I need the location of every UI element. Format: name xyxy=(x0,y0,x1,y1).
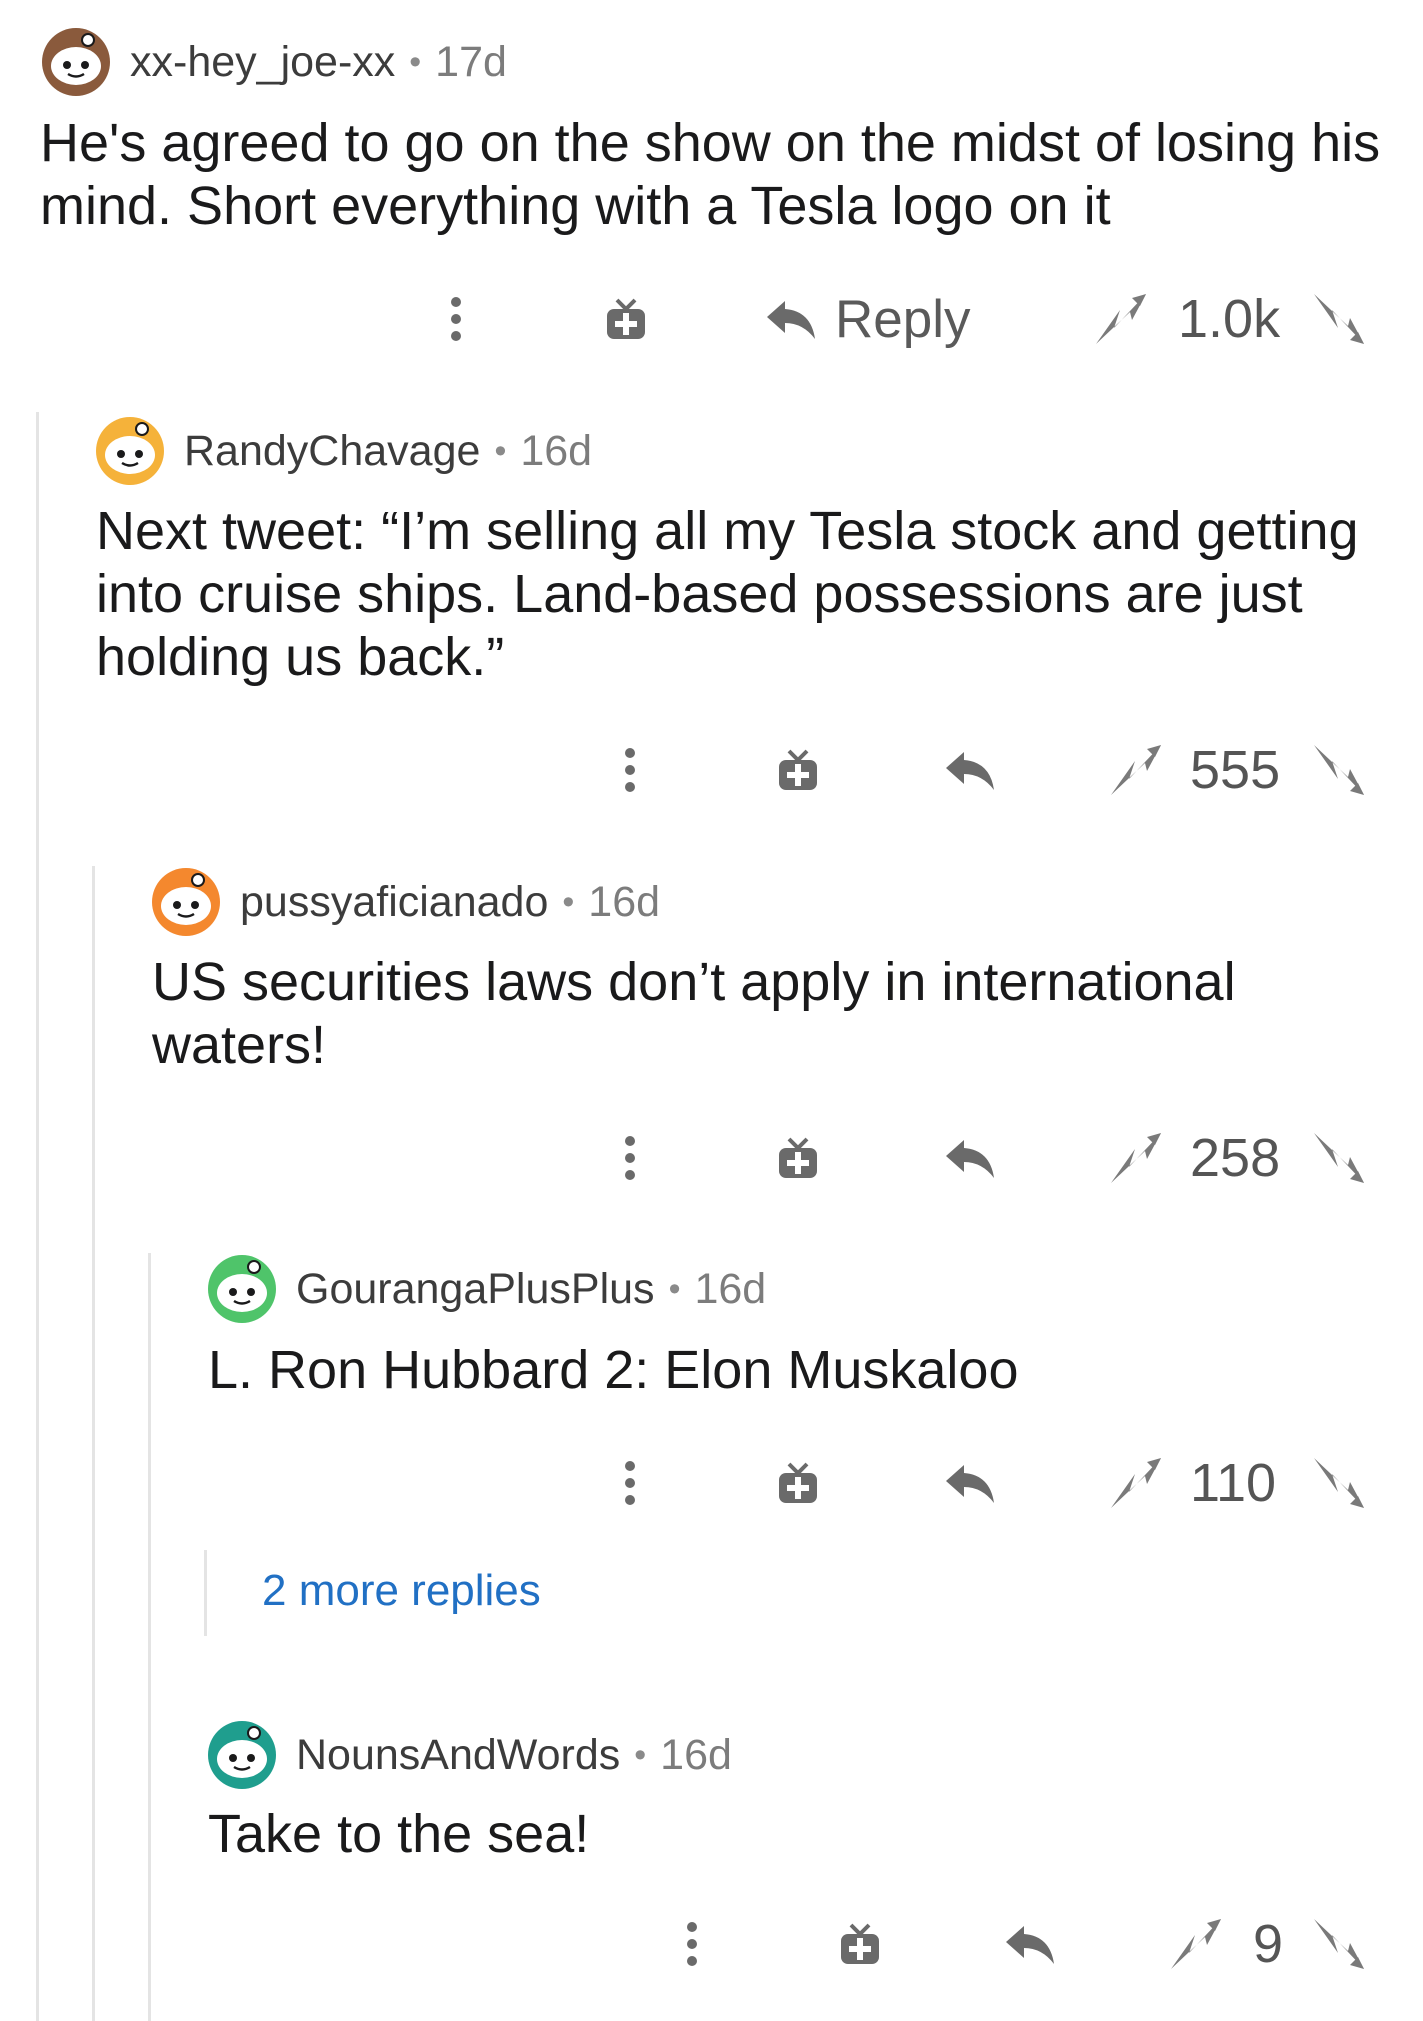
comment-header: RandyChavage • 16d xyxy=(94,415,592,487)
action-bar: 110 xyxy=(0,1443,1423,1523)
gift-award-icon[interactable] xyxy=(834,1904,886,1984)
reply-arrow-icon[interactable] xyxy=(1000,1904,1060,1984)
thread-line-level-1 xyxy=(36,412,39,2021)
downvote-arrow-icon[interactable] xyxy=(1308,1118,1370,1198)
upvote-arrow-icon[interactable] xyxy=(1165,1904,1227,1984)
reply-button[interactable]: Reply xyxy=(765,279,1005,359)
comment-body: L. Ron Hubbard 2: Elon Muskaloo xyxy=(208,1340,1019,1400)
separator-dot: • xyxy=(494,431,507,470)
downvote-arrow-icon[interactable] xyxy=(1308,1904,1370,1984)
reply-arrow-icon xyxy=(767,301,815,339)
comment-body: Take to the sea! xyxy=(208,1804,590,1864)
downvote-arrow-icon[interactable] xyxy=(1308,730,1370,810)
separator-dot: • xyxy=(634,1735,647,1774)
upvote-arrow-icon[interactable] xyxy=(1105,1118,1167,1198)
more-options-icon[interactable] xyxy=(604,730,656,810)
comment-header: pussyaficianado • 16d xyxy=(150,866,660,938)
timestamp: 16d xyxy=(660,1730,732,1779)
gift-award-icon[interactable] xyxy=(772,1443,824,1523)
username[interactable]: NounsAndWords xyxy=(296,1731,620,1780)
avatar[interactable] xyxy=(40,26,112,98)
vote-score: 258 xyxy=(1190,1128,1281,1188)
timestamp: 16d xyxy=(588,877,661,926)
action-bar: 555 xyxy=(0,730,1423,810)
more-replies-link[interactable]: 2 more replies xyxy=(262,1566,541,1616)
comment-header: GourangaPlusPlus • 16d xyxy=(206,1253,766,1325)
gift-award-icon[interactable] xyxy=(600,279,652,359)
upvote-arrow-icon[interactable] xyxy=(1105,1443,1167,1523)
reply-arrow-icon[interactable] xyxy=(940,1118,1000,1198)
separator-dot: • xyxy=(562,882,575,921)
downvote-arrow-icon[interactable] xyxy=(1308,1443,1370,1523)
avatar[interactable] xyxy=(150,866,222,938)
reply-label: Reply xyxy=(835,289,971,349)
avatar[interactable] xyxy=(206,1253,278,1325)
reply-arrow-icon[interactable] xyxy=(940,730,1000,810)
upvote-arrow-icon[interactable] xyxy=(1090,279,1152,359)
vote-score: 110 xyxy=(1190,1453,1277,1513)
separator-dot: • xyxy=(409,42,422,81)
username[interactable]: xx-hey_joe-xx xyxy=(130,38,395,87)
separator-dot: • xyxy=(668,1269,681,1308)
more-options-icon[interactable] xyxy=(604,1443,656,1523)
comment-body: Next tweet: “I’m selling all my Tesla st… xyxy=(96,501,1359,687)
vote-score: 1.0k xyxy=(1178,289,1281,349)
username[interactable]: GourangaPlusPlus xyxy=(296,1265,655,1314)
timestamp: 17d xyxy=(435,37,507,86)
more-options-icon[interactable] xyxy=(604,1118,656,1198)
action-bar: 9 xyxy=(0,1904,1423,1984)
avatar[interactable] xyxy=(206,1719,278,1791)
comment-body: US securities laws don’t apply in intern… xyxy=(152,952,1236,1075)
action-bar: 258 xyxy=(0,1118,1423,1198)
comment-body: He's agreed to go on the show on the mid… xyxy=(40,113,1381,236)
timestamp: 16d xyxy=(520,426,593,475)
action-bar: Reply 1.0k xyxy=(0,279,1423,359)
reply-arrow-icon[interactable] xyxy=(940,1443,1000,1523)
more-options-icon[interactable] xyxy=(430,279,482,359)
username[interactable]: RandyChavage xyxy=(184,427,480,476)
upvote-arrow-icon[interactable] xyxy=(1105,730,1167,810)
timestamp: 16d xyxy=(694,1264,767,1313)
comment-header: xx-hey_joe-xx • 17d xyxy=(40,26,507,98)
gift-award-icon[interactable] xyxy=(772,1118,824,1198)
avatar[interactable] xyxy=(94,415,166,487)
more-options-icon[interactable] xyxy=(666,1904,718,1984)
username[interactable]: pussyaficianado xyxy=(240,878,548,927)
comment-header: NounsAndWords • 16d xyxy=(206,1719,732,1791)
vote-score: 555 xyxy=(1190,740,1281,800)
downvote-arrow-icon[interactable] xyxy=(1308,279,1370,359)
vote-score: 9 xyxy=(1253,1914,1284,1974)
gift-award-icon[interactable] xyxy=(772,730,824,810)
thread-line-more-replies xyxy=(204,1550,207,1636)
